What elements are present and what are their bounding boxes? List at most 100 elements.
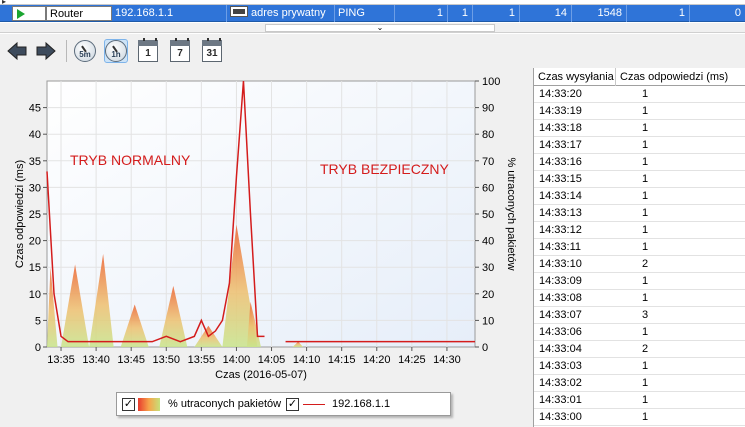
range-7d-button[interactable]: 7 (168, 38, 192, 63)
send-time-cell: 14:33:18 (539, 122, 582, 134)
table-row[interactable]: 14:33:19 1 (534, 103, 745, 120)
x-tick-label: 13:45 (117, 354, 145, 366)
table-row[interactable]: 14:33:16 1 (534, 154, 745, 171)
table-row[interactable]: 14:33:20 1 (534, 86, 745, 103)
table-row[interactable]: 14:33:14 1 (534, 188, 745, 205)
y2-tick-label: 60 (482, 182, 494, 194)
stat-cell-3[interactable]: 1 (473, 5, 520, 22)
range-31d-button[interactable]: 31 (200, 38, 224, 63)
arrow-left-icon (7, 41, 27, 61)
ping-results-table: Czas wysyłania Czas odpowiedzi (ms) 14:3… (533, 68, 745, 427)
x-tick-label: 13:55 (188, 354, 216, 366)
stat-cell-1[interactable]: 1 (395, 5, 448, 22)
table-row[interactable]: 14:33:18 1 (534, 120, 745, 137)
table-row[interactable]: 14:33:00 1 (534, 409, 745, 426)
y2-tick-label: 40 (482, 236, 494, 248)
response-time-cell: 1 (642, 207, 649, 219)
y-tick-label: 40 (29, 129, 41, 141)
y2-tick-label: 30 (482, 262, 494, 274)
column-header-response-time[interactable]: Czas odpowiedzi (ms) (616, 68, 745, 86)
column-header-send-time[interactable]: Czas wysyłania (534, 68, 616, 86)
annotation-safe-mode: TRYB BEZPIECZNY (320, 161, 450, 177)
table-row[interactable]: 14:33:07 3 (534, 307, 745, 324)
send-time-cell: 14:33:11 (539, 241, 582, 253)
y-tick-label: 15 (29, 262, 41, 274)
y2-tick-label: 50 (482, 209, 494, 221)
x-tick-label: 13:35 (47, 354, 75, 366)
clock-icon: 5m (74, 40, 96, 62)
stat-cell-5[interactable]: 1548 (572, 5, 627, 22)
range-7d-label: 7 (177, 48, 183, 59)
x-tick-label: 14:10 (293, 354, 321, 366)
stat-cell-7[interactable]: 0 (690, 5, 745, 22)
y2-axis-label: % utraconych pakietów (505, 157, 517, 270)
loss-series-checkbox[interactable]: ✓ (122, 398, 135, 411)
send-time-cell: 14:33:08 (539, 292, 582, 304)
table-body: 14:33:20 1 14:33:19 1 14:33:18 1 14:33:17 1 14:3… (534, 86, 745, 426)
y-axis-left: 0 5 10 15 20 25 30 35 40 45 (29, 103, 47, 354)
response-time-cell: 1 (642, 139, 649, 151)
table-row[interactable]: 14:33:03 1 (534, 358, 745, 375)
table-row[interactable]: 14:33:15 1 (534, 171, 745, 188)
table-row[interactable]: 14:33:09 1 (534, 273, 745, 290)
y-tick-label: 45 (29, 103, 41, 115)
y2-tick-label: 10 (482, 315, 494, 327)
send-time-cell: 14:33:14 (539, 190, 582, 202)
arrow-right-icon (36, 41, 56, 61)
splitter-handle[interactable]: ⌄ (265, 24, 495, 32)
response-time-cell: 2 (642, 258, 649, 270)
y-tick-label: 10 (29, 289, 41, 301)
table-row[interactable]: 14:33:06 1 (534, 324, 745, 341)
table-row[interactable]: 14:33:04 2 (534, 341, 745, 358)
send-time-cell: 14:33:02 (539, 377, 582, 389)
send-time-cell: 14:33:07 (539, 309, 582, 321)
play-icon (17, 9, 25, 19)
toolbar-separator (66, 40, 67, 62)
table-row[interactable]: 14:33:11 1 (534, 239, 745, 256)
table-row[interactable]: 14:33:10 2 (534, 256, 745, 273)
stat-cell-4[interactable]: 14 (520, 5, 572, 22)
range-1d-button[interactable]: 1 (136, 38, 160, 63)
host-series-checkbox[interactable]: ✓ (286, 398, 299, 411)
calendar-icon: 7 (170, 38, 190, 62)
send-time-cell: 14:33:16 (539, 156, 582, 168)
forward-button[interactable] (34, 39, 58, 63)
range-1d-label: 1 (145, 48, 151, 59)
stat-cell-6[interactable]: 1 (627, 5, 690, 22)
response-time-cell: 1 (642, 173, 649, 185)
x-tick-label: 14:00 (223, 354, 251, 366)
panel-splitter[interactable]: ⌄ (0, 23, 745, 33)
protocol-cell[interactable]: PING (335, 5, 395, 22)
chevron-down-icon: ⌄ (376, 23, 384, 32)
table-row[interactable]: 14:33:13 1 (534, 205, 745, 222)
monitor-status-cell[interactable] (12, 6, 46, 21)
table-row[interactable]: 14:33:01 1 (534, 392, 745, 409)
annotation-normal-mode: TRYB NORMALNY (70, 152, 191, 168)
y2-tick-label: 20 (482, 289, 494, 301)
host-row-selected[interactable]: Router 192.168.1.1 adres prywatny PING 1… (0, 5, 745, 22)
y2-tick-label: 0 (482, 342, 488, 354)
calendar-icon: 1 (138, 38, 158, 62)
host-ip-cell[interactable]: 192.168.1.1 (112, 5, 227, 22)
y-tick-label: 25 (29, 209, 41, 221)
response-time-chart[interactable]: 0 5 10 15 20 25 30 35 40 45 0 10 20 30 40 50 60 70 80 90 10… (0, 68, 533, 427)
response-time-cell: 1 (642, 241, 649, 253)
calendar-icon: 31 (202, 38, 222, 62)
chart-legend: ✓ % utraconych pakietów ✓ 192.168.1.1 (116, 392, 451, 416)
x-tick-label: 14:30 (433, 354, 461, 366)
address-type-cell[interactable]: adres prywatny (227, 5, 335, 22)
response-time-cell: 1 (642, 411, 649, 423)
response-time-cell: 1 (642, 88, 649, 100)
y2-tick-label: 80 (482, 129, 494, 141)
table-row[interactable]: 14:33:02 1 (534, 375, 745, 392)
back-button[interactable] (5, 39, 29, 63)
stat-cell-2[interactable]: 1 (448, 5, 473, 22)
table-row[interactable]: 14:33:12 1 (534, 222, 745, 239)
table-row[interactable]: 14:33:17 1 (534, 137, 745, 154)
range-1h-button[interactable]: 1h (104, 39, 128, 63)
x-tick-label: 13:40 (82, 354, 110, 366)
send-time-cell: 14:33:12 (539, 224, 582, 236)
host-name-cell[interactable]: Router (46, 6, 112, 21)
table-row[interactable]: 14:33:08 1 (534, 290, 745, 307)
range-5m-button[interactable]: 5m (73, 39, 97, 63)
